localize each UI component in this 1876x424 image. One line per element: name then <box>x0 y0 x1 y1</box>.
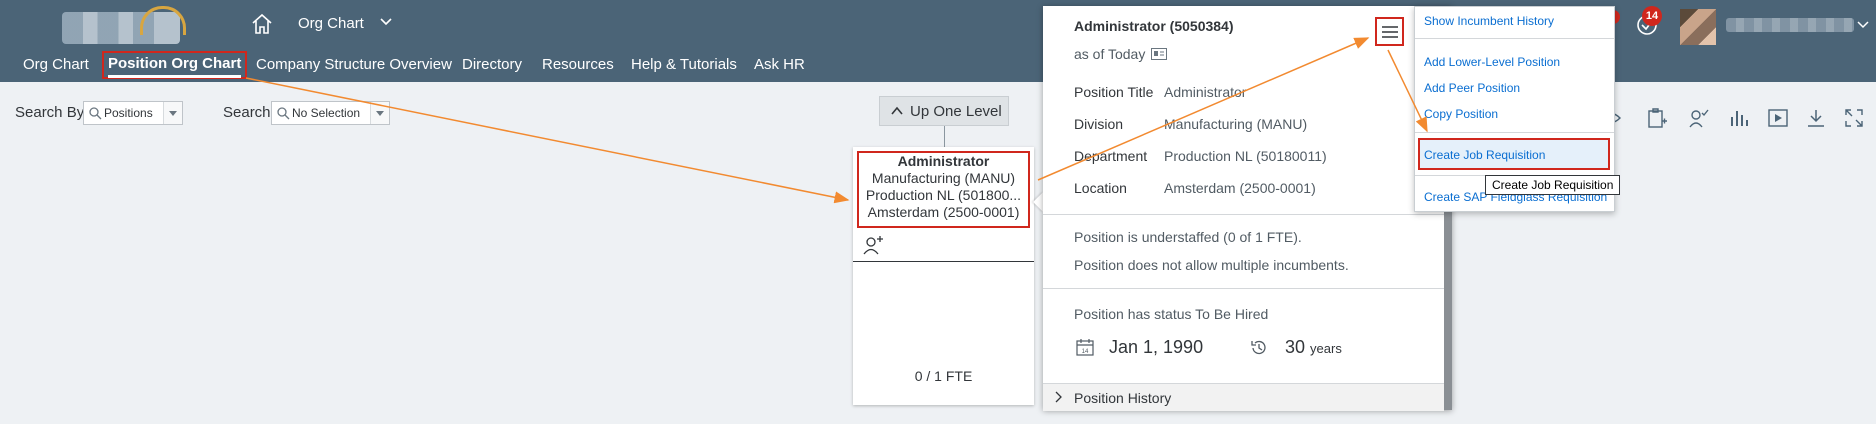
person-check-icon[interactable] <box>1688 107 1710 129</box>
years-unit: years <box>1310 341 1342 356</box>
position-history-expander[interactable]: Position History <box>1043 383 1444 411</box>
nav-directory[interactable]: Directory <box>462 53 522 77</box>
calendar-icon: 14 <box>1076 339 1094 356</box>
menu-divider <box>1415 132 1614 133</box>
bar-chart-icon[interactable] <box>1728 107 1750 129</box>
nav-help-tutorials[interactable]: Help & Tutorials <box>631 53 737 77</box>
chevron-down-icon[interactable] <box>370 102 389 124</box>
menu-icon <box>1382 26 1398 38</box>
search-icon <box>89 107 102 120</box>
search-by-value: Positions <box>104 106 153 120</box>
chevron-down-icon[interactable] <box>163 102 182 124</box>
up-one-level-button[interactable]: Up One Level <box>879 96 1009 126</box>
menu-item-create-job-requisition[interactable]: Create Job Requisition <box>1424 148 1545 162</box>
history-icon <box>1251 340 1266 355</box>
avatar[interactable] <box>1680 9 1716 45</box>
nav-ask-hr[interactable]: Ask HR <box>754 53 805 77</box>
id-card-icon[interactable] <box>1151 48 1167 60</box>
node-connector <box>944 126 945 148</box>
menu-item-copy-position[interactable]: Copy Position <box>1424 107 1498 121</box>
field-label-division: Division <box>1074 116 1124 132</box>
position-node-header[interactable]: Administrator Manufacturing (MANU) Produ… <box>857 151 1030 228</box>
field-value-division: Manufacturing (MANU) <box>1164 116 1308 132</box>
multi-incumbent-text: Position does not allow multiple incumbe… <box>1074 257 1349 273</box>
user-name-blurred[interactable] <box>1726 18 1854 32</box>
menu-item-add-lower-level-position[interactable]: Add Lower-Level Position <box>1424 55 1560 69</box>
notification-badge: 14 <box>1642 6 1662 26</box>
play-icon[interactable] <box>1767 107 1789 129</box>
field-label-department: Department <box>1074 148 1148 164</box>
nav-position-org-chart[interactable]: Position Org Chart <box>102 51 248 79</box>
menu-item-add-peer-position[interactable]: Add Peer Position <box>1424 81 1520 95</box>
search-icon <box>277 107 290 120</box>
home-icon[interactable] <box>250 12 274 36</box>
popover-divider <box>1043 288 1444 289</box>
popover-as-of: as of Today <box>1074 46 1146 62</box>
chevron-down-icon[interactable] <box>378 14 394 30</box>
nav-resources[interactable]: Resources <box>542 53 614 77</box>
years-value: 30 <box>1285 337 1306 357</box>
node-divider <box>853 261 1034 262</box>
arrow-nav-to-node <box>245 77 850 204</box>
logo-arc <box>140 6 186 35</box>
node-title: Administrator <box>897 153 990 169</box>
position-node-card[interactable]: Administrator Manufacturing (MANU) Produ… <box>853 147 1034 405</box>
svg-text:14: 14 <box>1082 349 1089 355</box>
position-date: Jan 1, 1990 <box>1109 337 1204 357</box>
position-years: 30 years <box>1285 337 1342 358</box>
app-title[interactable]: Org Chart <box>298 15 364 32</box>
download-icon[interactable] <box>1805 107 1827 129</box>
search-input[interactable]: No Selection <box>271 101 390 125</box>
field-value-department: Production NL (50180011) <box>1164 148 1327 164</box>
clipboard-add-icon[interactable] <box>1646 107 1668 129</box>
field-label-position-title: Position Title <box>1074 84 1154 100</box>
node-location: Amsterdam (2500-0001) <box>867 204 1020 220</box>
search-value: No Selection <box>292 106 361 120</box>
search-label: Search <box>223 104 271 121</box>
search-by-label: Search By <box>15 104 85 121</box>
chevron-up-icon <box>891 106 903 115</box>
add-person-icon[interactable] <box>863 235 883 255</box>
tooltip: Create Job Requisition <box>1485 175 1621 195</box>
nav-org-chart[interactable]: Org Chart <box>23 53 89 77</box>
position-history-label: Position History <box>1074 390 1172 406</box>
field-label-location: Location <box>1074 180 1127 196</box>
understaffed-text: Position is understaffed (0 of 1 FTE). <box>1074 229 1302 245</box>
popover-divider <box>1043 214 1444 215</box>
node-division: Manufacturing (MANU) <box>871 170 1016 186</box>
field-value-position-title: Administrator <box>1164 84 1247 100</box>
chevron-down-icon[interactable] <box>1856 18 1870 32</box>
actions-menu-button[interactable] <box>1375 17 1404 46</box>
popover-title: Administrator (5050384) <box>1074 18 1234 34</box>
position-quickcard-popover: Administrator (5050384) as of Today Posi… <box>1043 6 1452 411</box>
node-fte: 0 / 1 FTE <box>914 368 973 384</box>
menu-divider <box>1415 38 1614 39</box>
node-department: Production NL (501800... <box>865 187 1022 203</box>
chevron-right-icon <box>1055 391 1062 403</box>
fullscreen-icon[interactable] <box>1843 107 1865 129</box>
nav-company-structure-overview[interactable]: Company Structure Overview <box>256 53 452 77</box>
position-status-text: Position has status To Be Hired <box>1074 306 1269 322</box>
field-value-location: Amsterdam (2500-0001) <box>1164 180 1316 196</box>
up-one-level-label: Up One Level <box>910 103 1002 120</box>
menu-item-show-incumbent-history[interactable]: Show Incumbent History <box>1424 14 1554 28</box>
search-by-select[interactable]: Positions <box>83 101 183 125</box>
